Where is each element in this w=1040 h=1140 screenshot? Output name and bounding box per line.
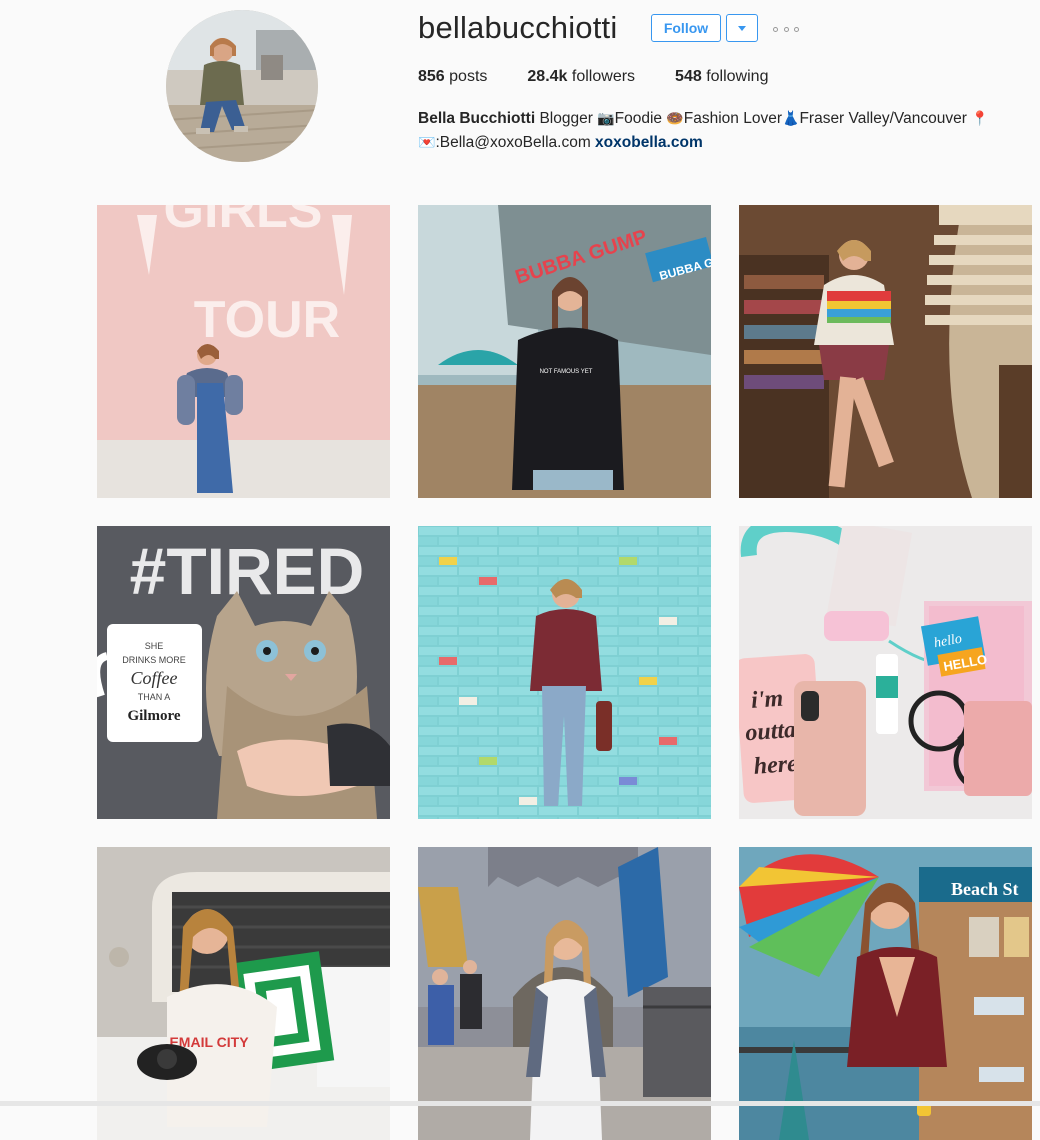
pin-icon: 📍 — [971, 111, 989, 127]
sign-text-beach-st: Beach St — [951, 879, 1019, 899]
post-tile[interactable]: Beach St — [739, 847, 1032, 1140]
mug-text-line-1: SHE — [145, 641, 164, 651]
full-name: Bella Bucchiotti — [418, 110, 536, 127]
mug-text-line-4: THAN A — [138, 692, 171, 702]
post-tile[interactable]: #TIRED SHE DRINKS MORE Coffee THAN A Gil… — [97, 526, 390, 819]
bio-text-foodie: Foodie — [614, 110, 667, 127]
post-image — [418, 847, 711, 1140]
mug-text-line-3: Coffee — [131, 668, 178, 688]
case-text-line-1: i'm — [750, 686, 784, 714]
bio-email: :Bella@xoxoBella.com — [435, 134, 596, 151]
more-options-button[interactable] — [773, 22, 799, 36]
post-image: BUBBA GUMP BUBBA GU NOT FAMOUS YET — [418, 205, 711, 498]
camera-icon: 📷 — [597, 111, 615, 127]
following-stat[interactable]: 548 following — [675, 67, 768, 87]
posts-count: 856 — [418, 68, 445, 85]
following-label[interactable]: following — [706, 68, 768, 85]
posts-label: posts — [449, 68, 488, 85]
donut-icon: 🍩 — [666, 111, 684, 127]
bio-text-blogger: Blogger — [535, 110, 598, 127]
love-letter-icon: 💌 — [418, 135, 436, 151]
post-tile[interactable]: BUBBA GUMP BUBBA GU NOT FAMOUS YET — [418, 205, 711, 498]
post-image: Beach St — [739, 847, 1032, 1140]
bio-line-1: Bella Bucchiotti Blogger 📷Foodie 🍩Fashio… — [418, 107, 1038, 131]
bio-text-fashion: Fashion Lover — [683, 110, 782, 127]
bio-line-2: 💌:Bella@xoxoBella.com xoxobella.com — [418, 131, 1038, 155]
bio-text-location: Fraser Valley/Vancouver — [799, 110, 972, 127]
shirt-text: NOT FAMOUS YET — [540, 369, 593, 375]
profile-avatar — [166, 10, 318, 162]
post-tile[interactable] — [739, 205, 1032, 498]
website-link[interactable]: xoxobella.com — [595, 134, 703, 151]
case-text-line-2: outta — [745, 717, 797, 746]
case-text-line-3: here — [753, 751, 799, 780]
profile-username: bellabucchiotti — [418, 10, 618, 45]
more-dot-icon — [773, 26, 778, 32]
mug-text-line-5: Gilmore — [127, 708, 180, 724]
post-image: #TIRED SHE DRINKS MORE Coffee THAN A Gil… — [97, 526, 390, 819]
profile-bio: Bella Bucchiotti Blogger 📷Foodie 🍩Fashio… — [418, 107, 1038, 155]
post-image: GIRLS TOUR — [97, 205, 390, 498]
posts-stat: 856 posts — [418, 67, 487, 87]
dress-icon: 👗 — [782, 111, 800, 127]
follow-button[interactable]: Follow — [651, 14, 721, 42]
followers-stat[interactable]: 28.4k followers — [527, 67, 635, 87]
post-image: EMAIL CITY — [97, 847, 390, 1140]
suggestions-dropdown-button[interactable] — [726, 14, 758, 42]
avatar-photo — [166, 10, 318, 162]
mug-text-line-2: DRINKS MORE — [122, 655, 186, 665]
post-image — [739, 205, 1032, 498]
post-image — [418, 526, 711, 819]
followers-count[interactable]: 28.4k — [527, 68, 567, 85]
followers-label[interactable]: followers — [572, 68, 635, 85]
post-image: hello HELLO i'm outta here — [739, 526, 1032, 819]
post-tile[interactable]: GIRLS TOUR — [97, 205, 390, 498]
following-count[interactable]: 548 — [675, 68, 702, 85]
horizontal-scrollbar[interactable] — [0, 1101, 1040, 1106]
sign-text-tour: TOUR — [194, 291, 340, 349]
post-tile[interactable] — [418, 847, 711, 1140]
chevron-down-icon — [738, 25, 746, 31]
more-dot-icon — [783, 26, 789, 32]
post-tile[interactable] — [418, 526, 711, 819]
post-tile[interactable]: EMAIL CITY — [97, 847, 390, 1140]
post-tile[interactable]: hello HELLO i'm outta here — [739, 526, 1032, 819]
more-dot-icon — [794, 26, 799, 32]
sign-text-girls: GIRLS — [164, 205, 323, 239]
profile-stats: 856 posts 28.4k followers 548 following — [418, 67, 808, 87]
